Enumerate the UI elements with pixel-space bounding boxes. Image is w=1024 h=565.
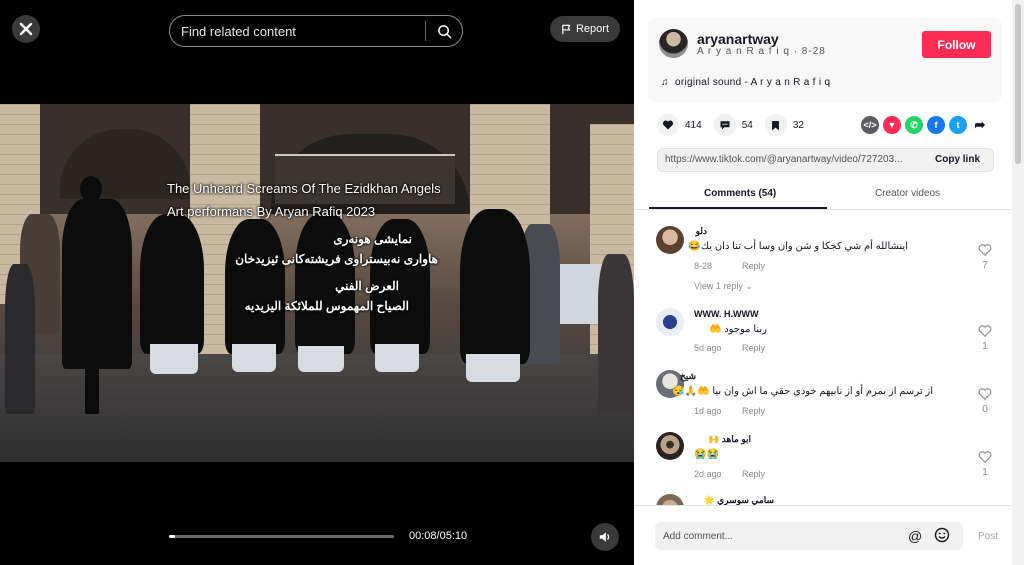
- comment-button[interactable]: 54: [713, 114, 753, 136]
- comment-author[interactable]: WWW. H.WWW: [694, 309, 758, 319]
- reply-button[interactable]: Reply: [742, 406, 765, 416]
- heart-outline-icon[interactable]: [978, 450, 992, 464]
- heart-outline-icon[interactable]: [978, 324, 992, 338]
- volume-icon: [599, 532, 610, 542]
- comment-text: ربنا موجود 🤲: [708, 324, 767, 335]
- overlay-subtitle-ar: الصياح المهموس للملائكة اليزيديه: [244, 299, 409, 313]
- performer-skirt: [466, 354, 520, 382]
- like-button[interactable]: 414: [657, 114, 702, 136]
- post-button[interactable]: Post: [978, 531, 998, 542]
- heart-icon: [657, 114, 679, 136]
- search-input[interactable]: [170, 23, 425, 39]
- search-bar: [169, 15, 463, 47]
- scrollbar[interactable]: [1012, 0, 1024, 565]
- bookmark-icon: [764, 114, 787, 136]
- search-button[interactable]: [426, 16, 462, 46]
- performer-robe: [460, 209, 530, 364]
- view-replies-button[interactable]: View 1 reply ⌄: [694, 281, 753, 292]
- comment-avatar[interactable]: [656, 226, 684, 254]
- share-row: </> ▼ ✆ f t ➦: [861, 116, 989, 134]
- whatsapp-icon[interactable]: ✆: [905, 116, 923, 134]
- follow-button[interactable]: Follow: [922, 31, 991, 58]
- comment-author[interactable]: ابو ماهد 🙌: [708, 434, 751, 445]
- progress-fill: [169, 535, 175, 538]
- comment-date: 2d ago: [694, 469, 722, 479]
- scroll-thumb[interactable]: [1015, 4, 1021, 164]
- bystander: [5, 264, 35, 414]
- report-button[interactable]: Report: [550, 16, 620, 42]
- comment-like-count: 0: [982, 404, 988, 415]
- comment-icon: [713, 114, 736, 136]
- video-frame[interactable]: The Unheard Screams Of The Ezidkhan Ange…: [0, 104, 634, 462]
- bystander: [598, 254, 634, 414]
- bookmark-count: 32: [792, 119, 804, 131]
- playback-time: 00:08/05:10: [409, 530, 468, 542]
- tabs-divider: [634, 209, 1012, 210]
- performer-skirt: [375, 344, 419, 372]
- embed-icon[interactable]: </>: [861, 116, 879, 134]
- video-link-url[interactable]: https://www.tiktok.com/@aryanartway/vide…: [665, 154, 920, 165]
- reply-button[interactable]: Reply: [742, 343, 765, 353]
- action-row: 414 54 32: [657, 114, 816, 136]
- performer-skirt: [298, 346, 344, 372]
- heart-outline-icon[interactable]: [978, 243, 992, 257]
- video-player[interactable]: The Unheard Screams Of The Ezidkhan Ange…: [0, 0, 634, 565]
- comment-avatar[interactable]: [656, 308, 684, 336]
- comment-count: 54: [741, 119, 753, 131]
- comment-date: 1d ago: [694, 406, 722, 416]
- performer-skirt: [150, 344, 198, 374]
- performer-robe: [225, 219, 285, 354]
- comment-like-count: 7: [982, 260, 988, 271]
- comment-text: از ترسم از بمرم أو از نابيهم خودي حقي ما…: [672, 386, 933, 397]
- music-link[interactable]: ♫ original sound - A r y a n R a f i q: [661, 77, 830, 88]
- overlay-subtitle-ku: هاواری نەبیستراوی فریشتەکانی ئیزیدخان: [235, 252, 438, 266]
- performer-robe: [140, 214, 204, 354]
- comment-avatar[interactable]: [656, 432, 684, 460]
- volume-button[interactable]: [591, 523, 619, 551]
- tab-creator-videos[interactable]: Creator videos: [875, 188, 940, 199]
- comment-author[interactable]: شيخ: [680, 371, 696, 382]
- comment-text: 😭😭: [694, 449, 719, 460]
- twitter-icon[interactable]: t: [949, 116, 967, 134]
- overlay-subtitle-en: Art performans By Aryan Rafiq 2023: [167, 204, 376, 219]
- overlay-title-en: The Unheard Screams Of The Ezidkhan Ange…: [167, 181, 441, 196]
- music-note-icon: ♫: [661, 77, 669, 88]
- comment-date: 8-28: [694, 261, 713, 271]
- author-username[interactable]: aryanartway: [697, 31, 779, 47]
- bookmark-button[interactable]: 32: [764, 114, 804, 136]
- report-label: Report: [575, 23, 610, 35]
- overlay-title-ar: العرض الفني: [335, 279, 399, 293]
- comment-like-count: 1: [982, 467, 988, 478]
- search-icon: [437, 24, 451, 38]
- comment-date: 5d ago: [694, 343, 722, 353]
- tab-comments[interactable]: Comments (54): [704, 188, 776, 199]
- performer-skirt: [232, 344, 276, 372]
- share-arrow-icon[interactable]: ➦: [971, 116, 989, 134]
- shop-shelf: [275, 154, 455, 204]
- heart-outline-icon[interactable]: [978, 387, 992, 401]
- copy-link-button[interactable]: Copy link: [935, 154, 980, 165]
- author-avatar[interactable]: [659, 29, 688, 58]
- facebook-icon[interactable]: f: [927, 116, 945, 134]
- comment-like-count: 1: [982, 341, 988, 352]
- music-label: original sound - A r y a n R a f i q: [674, 77, 831, 88]
- progress-bar[interactable]: [169, 535, 394, 538]
- comment-text: اينشالله أم شي كجكا و شن وان وسا أب تنا …: [688, 241, 908, 252]
- close-icon: [19, 22, 33, 36]
- mention-icon[interactable]: @: [908, 528, 922, 544]
- performer-man: [62, 199, 132, 369]
- send-icon[interactable]: ▼: [883, 116, 901, 134]
- reply-button[interactable]: Reply: [742, 261, 765, 271]
- overlay-title-ku: نمایشی هونەری: [333, 232, 412, 246]
- reply-button[interactable]: Reply: [742, 469, 765, 479]
- author-subline: A r y a n R a f i q · 8-28: [697, 46, 826, 57]
- flag-icon: [562, 24, 571, 34]
- like-count: 414: [685, 119, 702, 131]
- comment-author[interactable]: دلو: [696, 226, 707, 237]
- emoji-icon[interactable]: [934, 527, 950, 543]
- close-button[interactable]: [12, 15, 40, 43]
- performer-leg: [85, 364, 99, 414]
- active-tab-indicator: [649, 207, 827, 209]
- app-root: The Unheard Screams Of The Ezidkhan Ange…: [0, 0, 1024, 565]
